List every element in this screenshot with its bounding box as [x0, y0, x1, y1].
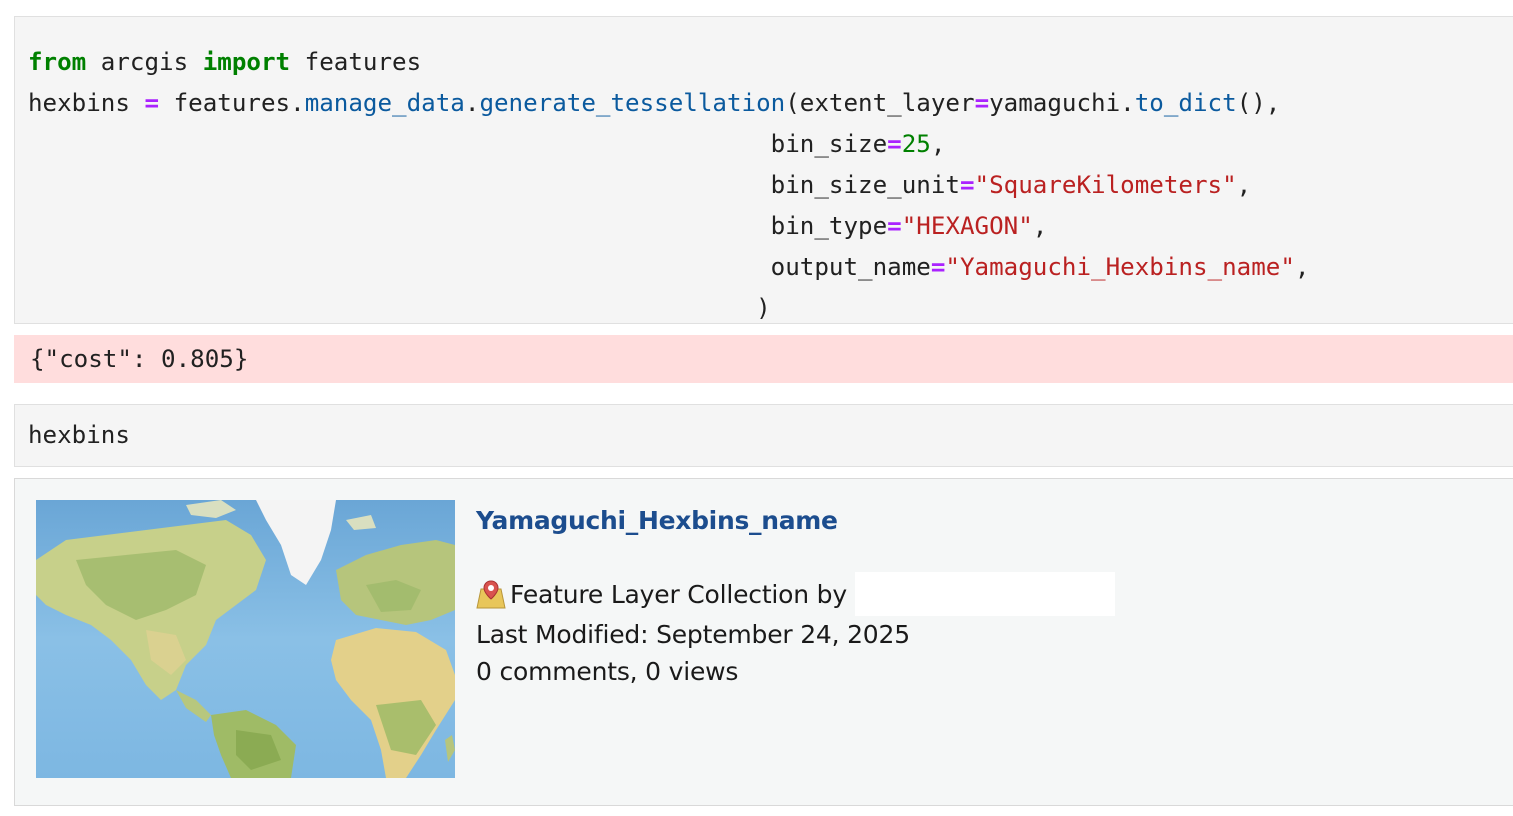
item-stats: 0 comments, 0 views	[476, 657, 739, 686]
item-type-line: Feature Layer Collection by	[476, 572, 1115, 616]
stderr-output: {"cost": 0.805}	[14, 335, 1513, 383]
param-bin-size: bin_size	[770, 130, 888, 158]
item-result-card: Yamaguchi_Hexbins_name Feature Layer Col…	[14, 478, 1513, 806]
notebook: from arcgis import features hexbins = fe…	[0, 0, 1513, 816]
world-map-thumbnail	[36, 500, 455, 778]
arg-yamaguchi: yamaguchi.	[989, 89, 1135, 117]
attr-manage-data: manage_data	[304, 89, 465, 117]
owner-redacted	[854, 572, 1115, 616]
method-generate-tessellation: generate_tessellation	[479, 89, 786, 117]
keyword-import: import	[202, 48, 291, 76]
param-bin-type: bin_type	[770, 212, 888, 240]
dot: .	[464, 89, 480, 117]
param-eq: =	[887, 130, 902, 158]
value-bin-size-unit: "SquareKilometers"	[974, 171, 1237, 199]
value-bin-type: "HEXAGON"	[901, 212, 1033, 240]
import-name: features	[290, 48, 422, 76]
param-eq: =	[959, 171, 975, 199]
comma: ,	[930, 130, 946, 158]
param-bin-size-unit: bin_size_unit	[770, 171, 960, 199]
close-paren: )	[756, 294, 771, 322]
code-editor[interactable]: from arcgis import features hexbins = fe…	[15, 17, 1513, 329]
call-end: (),	[1236, 89, 1281, 117]
value-bin-size: 25	[901, 130, 931, 158]
stderr-text: {"cost": 0.805}	[30, 345, 249, 373]
param-eq: =	[887, 212, 902, 240]
item-title-link[interactable]: Yamaguchi_Hexbins_name	[476, 501, 1115, 541]
comma: ,	[1032, 212, 1048, 240]
item-type-text: Feature Layer Collection by	[510, 579, 847, 609]
value-output-name: "Yamaguchi_Hexbins_name"	[945, 253, 1295, 281]
item-info: Yamaguchi_Hexbins_name Feature Layer Col…	[476, 501, 1115, 690]
param-output-name: output_name	[770, 253, 931, 281]
module-name: arcgis	[86, 48, 203, 76]
var-hexbins: hexbins	[28, 89, 145, 117]
arg-extent-layer: (extent_layer	[785, 89, 975, 117]
comma: ,	[1236, 171, 1252, 199]
code-editor[interactable]: hexbins	[15, 405, 1513, 466]
feature-layer-collection-icon	[476, 580, 506, 609]
param-eq: =	[930, 253, 946, 281]
arg-eq: =	[974, 89, 990, 117]
method-to-dict: to_dict	[1134, 89, 1237, 117]
assign-operator: =	[144, 89, 160, 117]
item-last-modified: Last Modified: September 24, 2025	[476, 620, 910, 649]
code-cell-hexbins[interactable]: hexbins	[14, 404, 1513, 467]
comma: ,	[1294, 253, 1310, 281]
item-thumbnail[interactable]	[36, 500, 455, 778]
code-cell-generate-tessellation[interactable]: from arcgis import features hexbins = fe…	[14, 16, 1513, 324]
obj-features: features.	[159, 89, 305, 117]
keyword-from: from	[28, 48, 87, 76]
